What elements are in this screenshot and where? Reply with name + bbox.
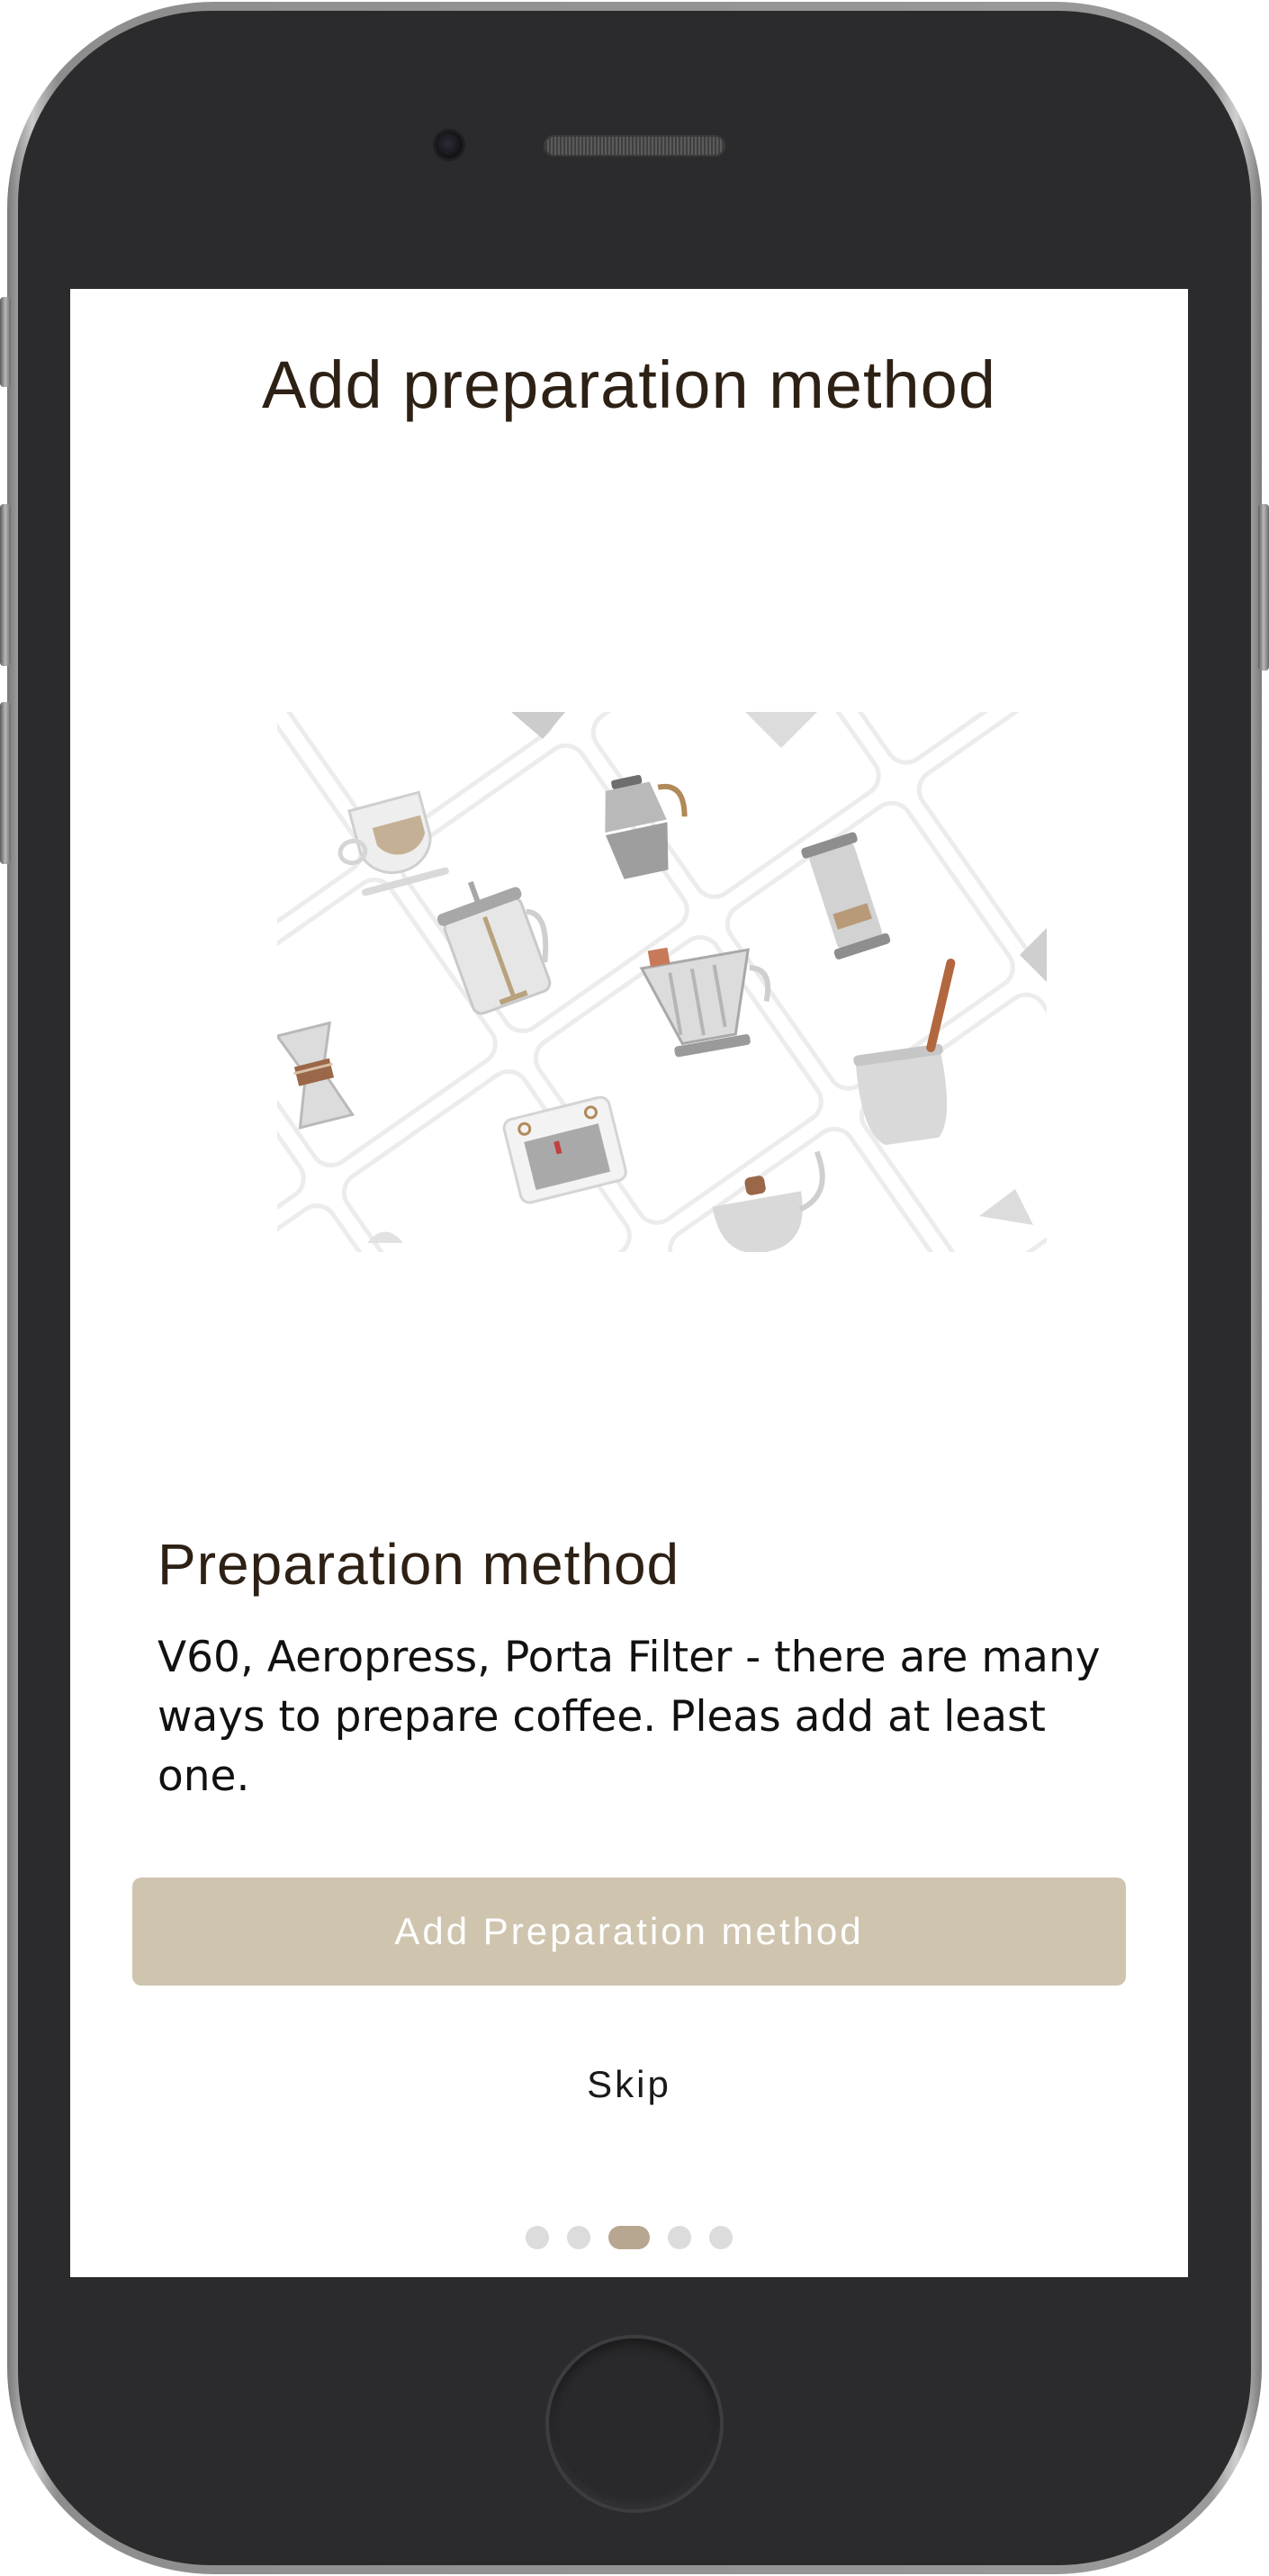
volume-down-button xyxy=(0,702,11,864)
page-dot[interactable] xyxy=(567,2226,590,2249)
page-dot[interactable] xyxy=(709,2226,733,2249)
section-heading: Preparation method xyxy=(158,1532,680,1597)
page-indicator xyxy=(70,2226,1188,2249)
section-description: V60, Aeropress, Porta Filter - there are… xyxy=(158,1633,1101,1801)
volume-up-button xyxy=(0,504,11,666)
page-dot[interactable] xyxy=(668,2226,691,2249)
page-dot-active[interactable] xyxy=(608,2226,650,2249)
mute-switch xyxy=(0,297,11,387)
onboarding-screen: Add preparation method Preparation metho… xyxy=(70,289,1188,2277)
power-button xyxy=(1258,504,1269,671)
coffee-equipment-illustration xyxy=(277,712,1047,1252)
front-camera xyxy=(436,131,463,158)
page-title: Add preparation method xyxy=(262,347,996,422)
home-button[interactable] xyxy=(545,2335,724,2513)
skip-button[interactable]: Skip xyxy=(539,2053,719,2116)
page-dot[interactable] xyxy=(526,2226,549,2249)
add-preparation-method-button[interactable]: Add Preparation method xyxy=(132,1878,1126,1986)
earpiece-speaker xyxy=(544,135,725,157)
